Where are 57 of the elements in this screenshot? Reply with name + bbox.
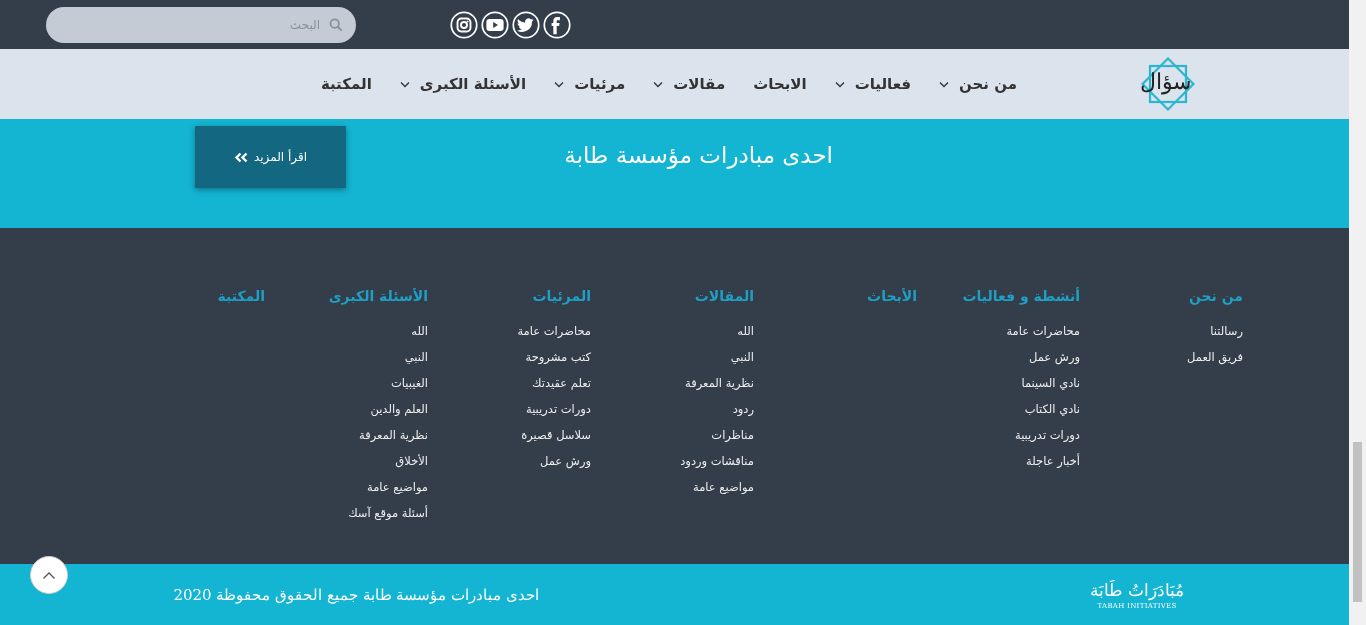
footer-link[interactable]: محاضرات عامة (517, 323, 591, 339)
copyright-text: احدى مبادرات مؤسسة طابة جميع الحقوق محفوظة 2020 (173, 585, 539, 604)
footer-link[interactable]: فريق العمل (1187, 349, 1243, 365)
footer-link[interactable]: الأخلاق (395, 453, 428, 469)
camera-icon[interactable] (450, 10, 478, 39)
footer-link[interactable]: النبي (730, 349, 754, 365)
footer-link[interactable]: النبي (404, 349, 428, 365)
footer-link[interactable]: العلم والدين (370, 401, 428, 417)
footer-link[interactable]: ورش عمل (539, 453, 591, 469)
logo-text: مُبَادَرَاتُ طَابَة (1089, 579, 1185, 602)
column-heading[interactable]: الأسئلة الكبرى (328, 288, 428, 304)
search-field[interactable]: البحث (46, 6, 356, 43)
read-more-button[interactable]: اقرأ المزيد (195, 126, 346, 188)
footer-link[interactable]: مواضيع عامة (367, 479, 428, 495)
column-heading[interactable]: أنشطة و فعاليات (962, 288, 1080, 304)
play-icon[interactable] (481, 10, 509, 39)
footer-link[interactable]: مناظرات (711, 427, 754, 443)
footer-link[interactable]: نظرية المعرفة (359, 427, 428, 443)
footer-link[interactable]: ورش عمل (1028, 349, 1080, 365)
footer-link[interactable]: مناقشات وردود (680, 453, 754, 469)
chevron-up-icon (42, 570, 56, 580)
banner-title: احدى مبادرات مؤسسة طابة (564, 142, 833, 168)
bird-icon[interactable] (512, 10, 540, 39)
nav-item[interactable]: الأسئلة الكبرى (399, 75, 527, 93)
nav-item[interactable]: مرئيات (554, 75, 626, 93)
scroll-top-button[interactable] (30, 556, 68, 594)
scrollbar[interactable] (1349, 0, 1366, 625)
nav-item[interactable]: الابحاث (753, 75, 807, 93)
footer-link[interactable]: أخبار عاجلة (1026, 453, 1080, 469)
footer-link[interactable]: سلاسل قصيرة (521, 427, 591, 443)
footer-link[interactable]: محاضرات عامة (1006, 323, 1080, 339)
footer-link[interactable]: نادي السينما (1021, 375, 1080, 391)
footer-link[interactable]: تعلم عقيدتك (532, 375, 591, 391)
column-heading[interactable]: المكتبة (217, 288, 265, 304)
footer-link[interactable]: دورات تدريبية (526, 401, 591, 417)
column-heading[interactable]: المرئيات (532, 288, 591, 304)
column-heading[interactable]: من نحن (1188, 288, 1243, 304)
footer-link[interactable]: مواضيع عامة (693, 479, 754, 495)
footer-link[interactable]: رسالتنا (1210, 323, 1243, 339)
nav-item[interactable]: مقالات (653, 75, 726, 93)
nav-item[interactable]: من نحن (939, 75, 1017, 93)
search-icon (329, 17, 343, 32)
footer-link[interactable]: الله (737, 323, 754, 339)
footer-link[interactable]: ردود (732, 401, 754, 417)
column-heading[interactable]: المقالات (694, 288, 754, 304)
column-heading[interactable]: الأبحاث (867, 288, 917, 304)
footer-link[interactable]: نادي الكتاب (1024, 401, 1080, 417)
footer-link[interactable]: الله (411, 323, 428, 339)
facebook-icon[interactable] (543, 10, 571, 39)
footer-link[interactable]: دورات تدريبية (1015, 427, 1080, 443)
nav-item[interactable]: فعاليات (834, 75, 912, 93)
nav-item[interactable]: المكتبة (320, 75, 372, 93)
double-chevron-icon (234, 151, 248, 163)
footer-link[interactable]: نظرية المعرفة (685, 375, 754, 391)
footer-link[interactable]: أسئلة موقع آسك (348, 505, 428, 521)
footer-link[interactable]: كتب مشروحة (525, 349, 591, 365)
footer-link[interactable]: الغيبيات (391, 375, 428, 391)
